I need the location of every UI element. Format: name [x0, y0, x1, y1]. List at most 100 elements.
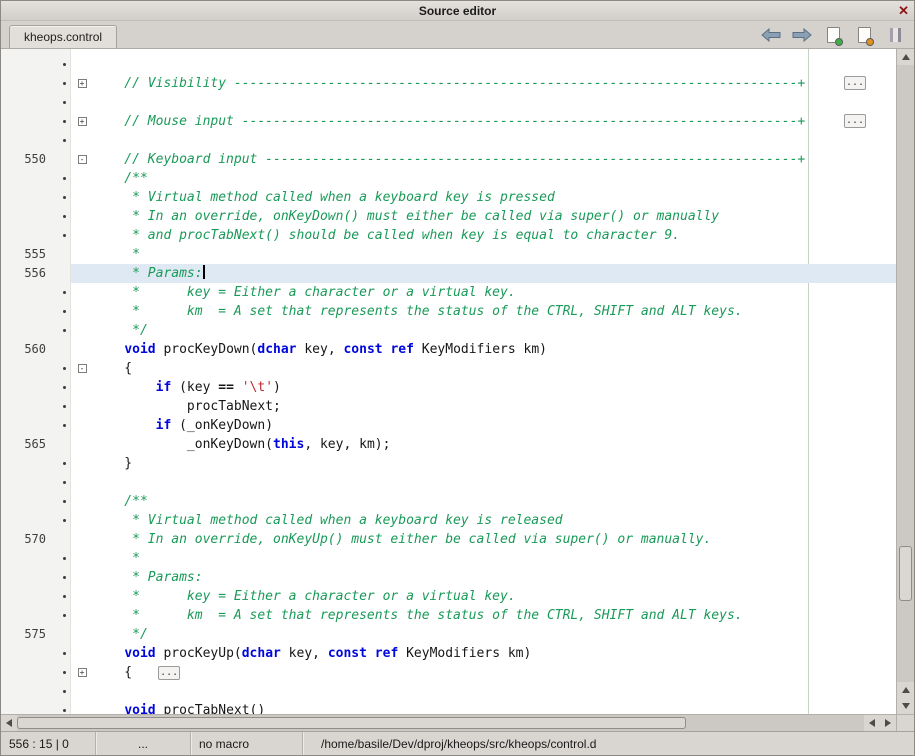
- code-line[interactable]: + // Visibility ------------------------…: [1, 74, 896, 93]
- scroll-up-button-2[interactable]: [897, 682, 914, 698]
- fold-column: [71, 226, 93, 245]
- fold-column[interactable]: +: [71, 663, 93, 682]
- up-arrow-icon: [902, 54, 910, 60]
- fold-expand-icon[interactable]: +: [78, 79, 87, 88]
- code-line[interactable]: void procTabNext(): [1, 701, 896, 714]
- fold-column: [71, 701, 93, 714]
- line-number: [1, 492, 71, 511]
- code-line[interactable]: * km = A set that represents the status …: [1, 606, 896, 625]
- horizontal-scrollbar-bar: [1, 715, 896, 731]
- code-text: * In an override, onKeyUp() must either …: [93, 530, 711, 549]
- collapsed-fold-ellipsis[interactable]: ...: [844, 76, 866, 90]
- code-line[interactable]: * Virtual method called when a keyboard …: [1, 511, 896, 530]
- go-forward-button[interactable]: [791, 24, 813, 46]
- code-line[interactable]: procTabNext;: [1, 397, 896, 416]
- collapsed-fold-ellipsis[interactable]: ...: [158, 666, 180, 680]
- code-line[interactable]: 556 * Params:: [1, 264, 896, 283]
- fold-column: [71, 606, 93, 625]
- tab-kheops-control[interactable]: kheops.control: [9, 25, 117, 48]
- fold-collapse-icon[interactable]: -: [78, 364, 87, 373]
- line-number: 575: [1, 625, 71, 644]
- horizontal-scroll-track[interactable]: [17, 715, 864, 731]
- code-line[interactable]: * key = Either a character or a virtual …: [1, 587, 896, 606]
- fold-collapse-icon[interactable]: -: [78, 155, 87, 164]
- line-number: [1, 568, 71, 587]
- code-line[interactable]: [1, 93, 896, 112]
- fold-column: [71, 131, 93, 150]
- code-text: /**: [93, 492, 148, 511]
- code-line[interactable]: + // Mouse input -----------------------…: [1, 112, 896, 131]
- code-line[interactable]: * Params:: [1, 568, 896, 587]
- fold-column: [71, 435, 93, 454]
- code-line[interactable]: *: [1, 549, 896, 568]
- code-area[interactable]: + // Visibility ------------------------…: [1, 49, 896, 714]
- fold-column: [71, 549, 93, 568]
- status-field: ...: [96, 732, 191, 755]
- scroll-left-button[interactable]: [1, 715, 17, 731]
- code-line[interactable]: */: [1, 321, 896, 340]
- code-line[interactable]: [1, 131, 896, 150]
- code-line[interactable]: /**: [1, 169, 896, 188]
- collapsed-fold-ellipsis[interactable]: ...: [844, 114, 866, 128]
- code-line[interactable]: * key = Either a character or a virtual …: [1, 283, 896, 302]
- vertical-scroll-thumb[interactable]: [899, 546, 912, 601]
- fold-column: [71, 568, 93, 587]
- code-line[interactable]: 570 * In an override, onKeyUp() must eit…: [1, 530, 896, 549]
- fold-column[interactable]: -: [71, 150, 93, 169]
- detach-editor-button[interactable]: [884, 24, 906, 46]
- document-icon: [827, 27, 840, 43]
- code-line[interactable]: }: [1, 454, 896, 473]
- line-dot-icon: [63, 139, 66, 142]
- code-text: * Params:: [93, 568, 203, 587]
- scroll-left-button-2[interactable]: [864, 715, 880, 731]
- close-icon[interactable]: ✕: [898, 1, 909, 21]
- scroll-down-button[interactable]: [897, 698, 914, 714]
- line-dot-icon: [63, 196, 66, 199]
- line-dot-icon: [63, 310, 66, 313]
- code-line[interactable]: * Virtual method called when a keyboard …: [1, 188, 896, 207]
- code-line[interactable]: 555 *: [1, 245, 896, 264]
- close-document-button[interactable]: [853, 24, 875, 46]
- code-line[interactable]: + {...: [1, 663, 896, 682]
- line-dot-icon: [63, 63, 66, 66]
- code-line[interactable]: * km = A set that represents the status …: [1, 302, 896, 321]
- code-line[interactable]: 575 */: [1, 625, 896, 644]
- code-text: * and procTabNext() should be called whe…: [93, 226, 680, 245]
- fold-column: [71, 188, 93, 207]
- fold-column: [71, 530, 93, 549]
- code-line[interactable]: * In an override, onKeyDown() must eithe…: [1, 207, 896, 226]
- code-line[interactable]: if (key == '\t'): [1, 378, 896, 397]
- fold-expand-icon[interactable]: +: [78, 117, 87, 126]
- line-number: 565: [1, 435, 71, 454]
- line-number: [1, 378, 71, 397]
- code-line[interactable]: void procKeyUp(dchar key, const ref KeyM…: [1, 644, 896, 663]
- detach-editor-icon: [890, 28, 901, 42]
- scroll-right-button[interactable]: [880, 715, 896, 731]
- code-line[interactable]: 565 _onKeyDown(this, key, km);: [1, 435, 896, 454]
- code-line[interactable]: [1, 682, 896, 701]
- code-line[interactable]: 550- // Keyboard input -----------------…: [1, 150, 896, 169]
- code-line[interactable]: 560 void procKeyDown(dchar key, const re…: [1, 340, 896, 359]
- code-line[interactable]: - {: [1, 359, 896, 378]
- code-line[interactable]: if (_onKeyDown): [1, 416, 896, 435]
- vertical-scroll-track[interactable]: [897, 65, 914, 682]
- line-dot-icon: [63, 215, 66, 218]
- new-document-button[interactable]: [822, 24, 844, 46]
- fold-expand-icon[interactable]: +: [78, 668, 87, 677]
- code-line[interactable]: /**: [1, 492, 896, 511]
- horizontal-scroll-thumb[interactable]: [17, 717, 686, 729]
- code-text: _onKeyDown(this, key, km);: [93, 435, 390, 454]
- fold-column[interactable]: -: [71, 359, 93, 378]
- code-line[interactable]: [1, 55, 896, 74]
- vertical-scrollbar[interactable]: [896, 49, 914, 714]
- fold-column[interactable]: +: [71, 112, 93, 131]
- fold-column[interactable]: +: [71, 74, 93, 93]
- scroll-up-button[interactable]: [897, 49, 914, 65]
- orange-dot-icon: [866, 38, 874, 46]
- code-line[interactable]: [1, 473, 896, 492]
- fold-column: [71, 473, 93, 492]
- go-back-button[interactable]: [760, 24, 782, 46]
- horizontal-scrollbar[interactable]: [1, 714, 914, 731]
- line-number: [1, 283, 71, 302]
- code-line[interactable]: * and procTabNext() should be called whe…: [1, 226, 896, 245]
